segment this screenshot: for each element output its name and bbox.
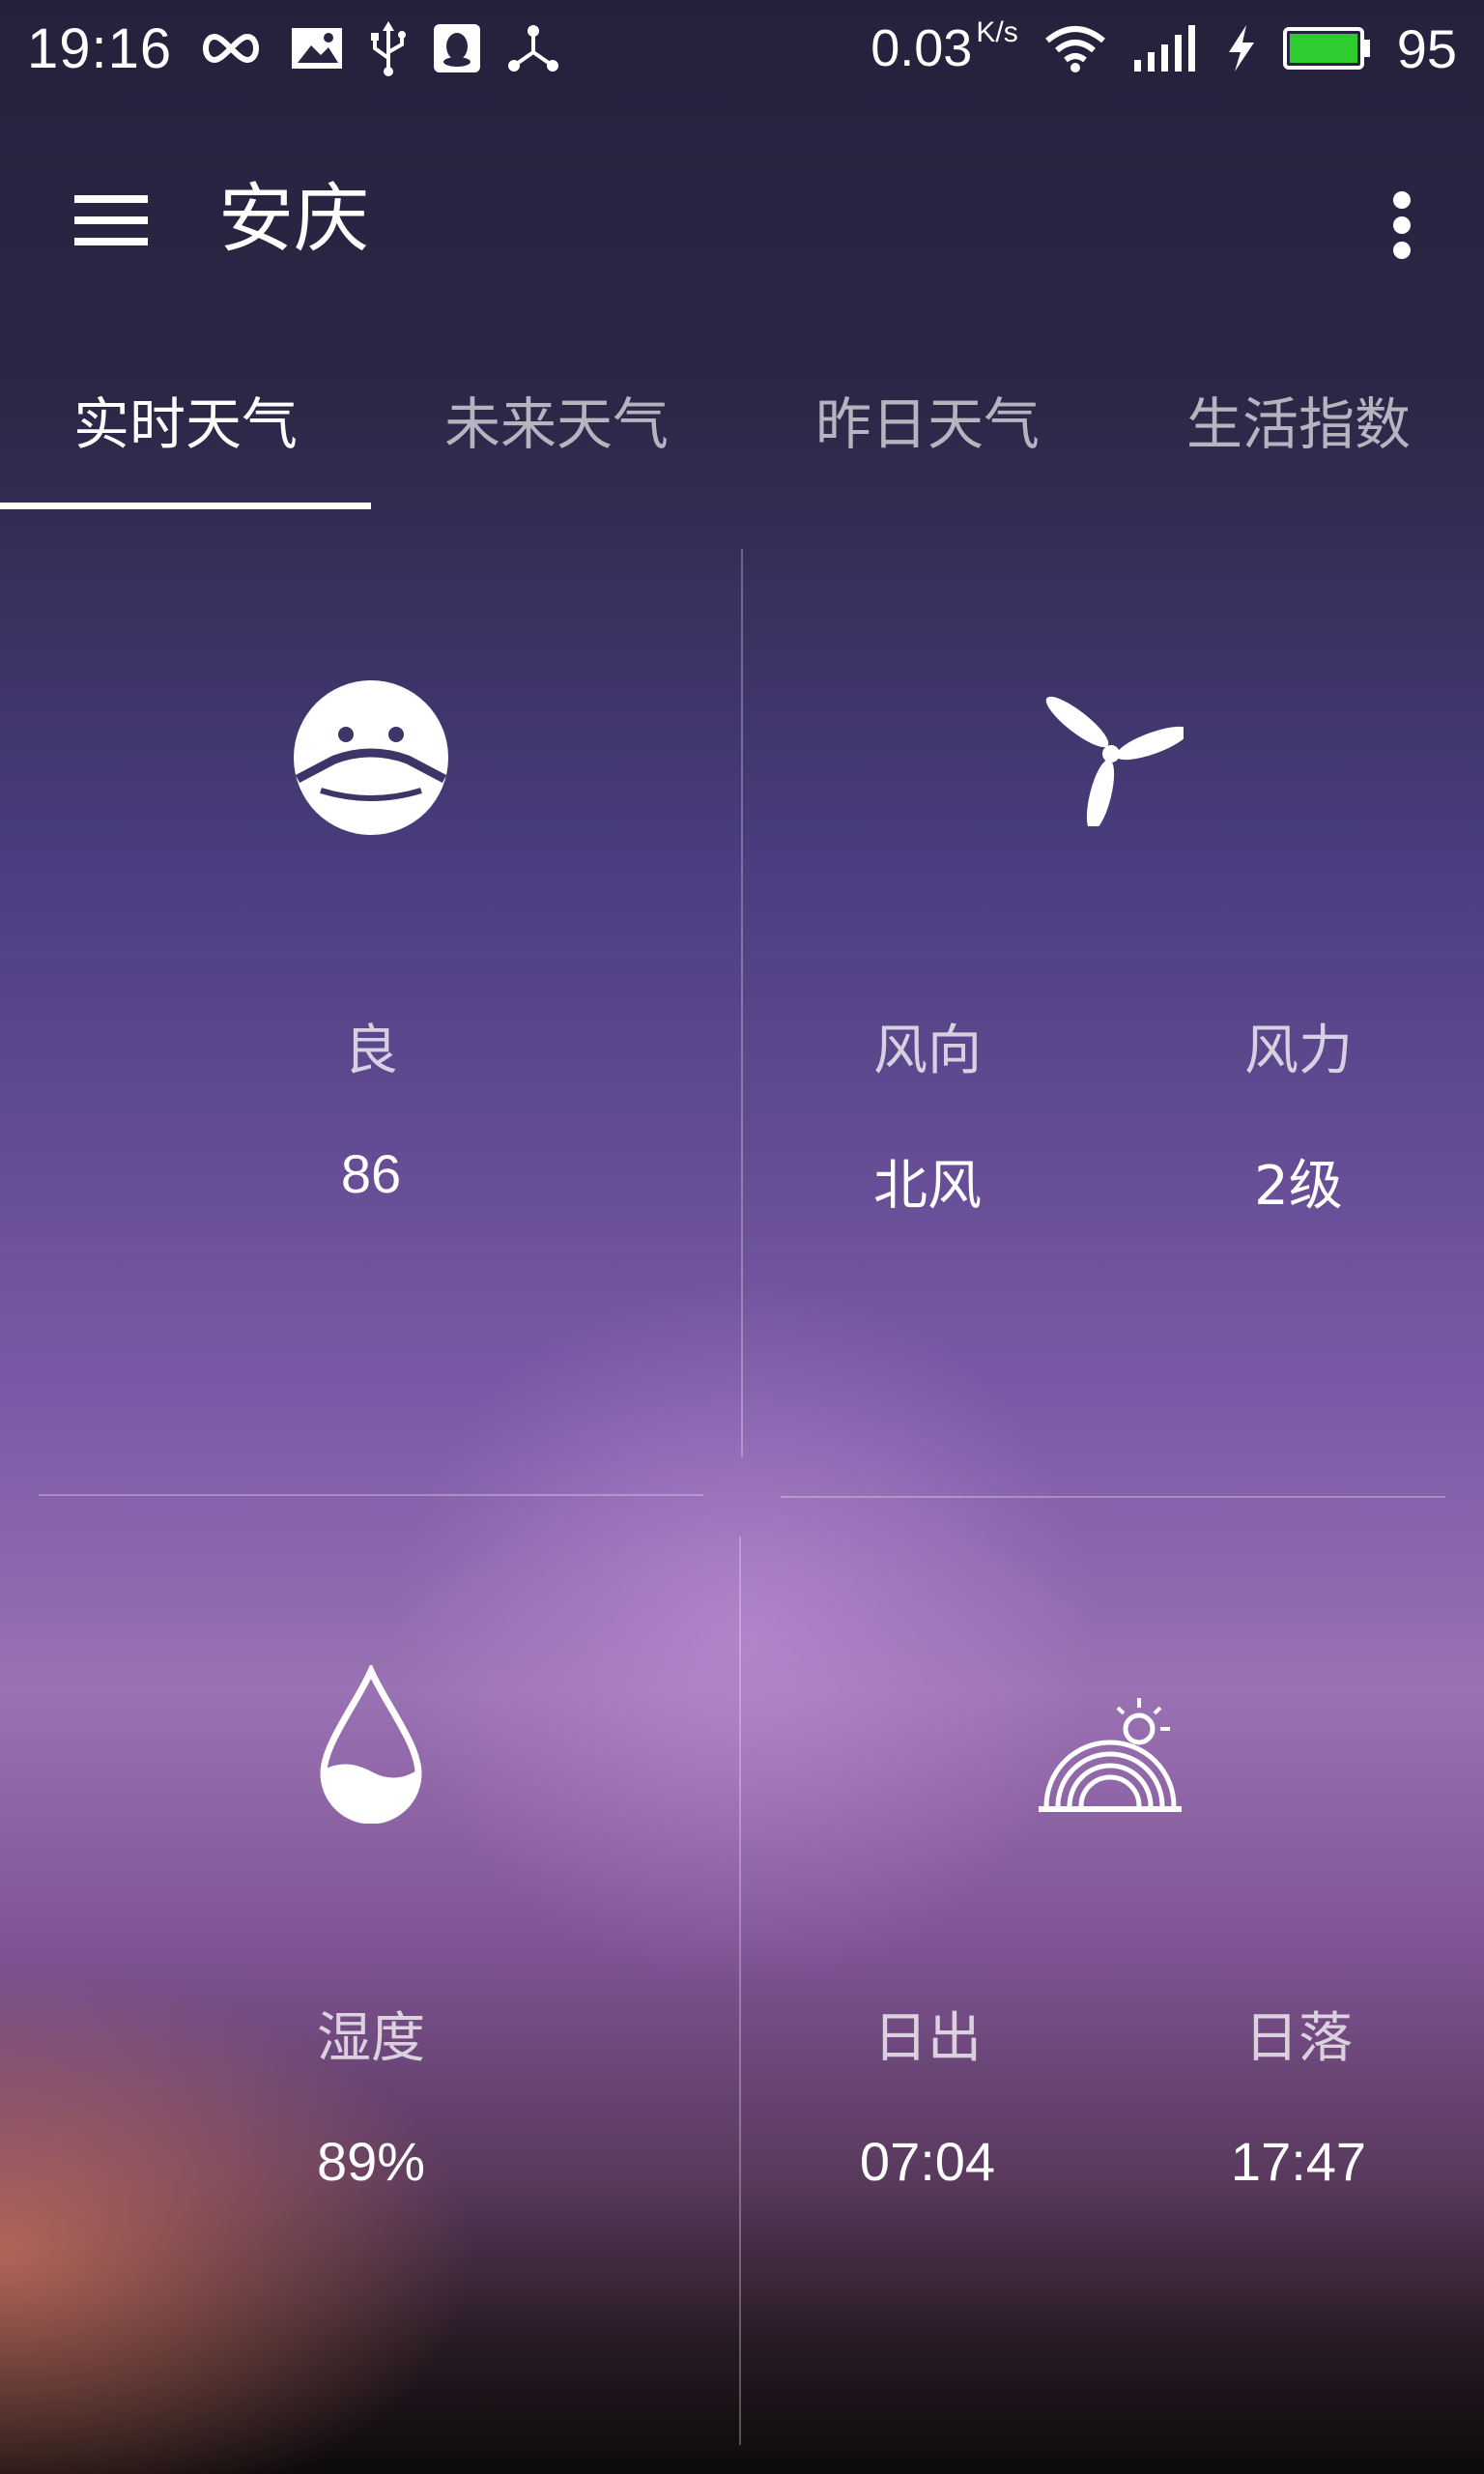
wind-force-label: 风力 [1244, 1020, 1353, 1082]
infinity-icon [197, 29, 265, 68]
divider-vertical-bottom [739, 1537, 741, 2445]
water-drop-icon [309, 1662, 433, 1827]
sunset-label: 日落 [1244, 2007, 1353, 2070]
status-time: 19:16 [27, 16, 173, 80]
divider-horizontal-left [39, 1494, 703, 1496]
wind-force-value: 2级 [1254, 1155, 1343, 1218]
tab-realtime-weather[interactable]: 实时天气 [0, 367, 371, 512]
signal-icon [1132, 23, 1200, 73]
city-title: 安庆 [218, 176, 370, 263]
air-quality-value: 86 [340, 1143, 402, 1204]
sunset-value: 17:47 [1230, 2131, 1367, 2192]
hamburger-menu-icon [74, 193, 148, 251]
charging-icon [1225, 23, 1258, 73]
network-speed-value: 0.03 [870, 19, 973, 77]
sunrise-icon [1034, 1691, 1188, 1817]
qq-icon [433, 23, 481, 73]
more-options-button[interactable] [1358, 174, 1445, 280]
wifi-icon [1043, 23, 1107, 73]
sunrise-label: 日出 [873, 2007, 982, 2070]
tab-bar: 实时天气 未来天气 昨日天气 生活指数 [0, 367, 1484, 512]
menu-button[interactable] [58, 174, 164, 271]
sunrise-value: 07:04 [859, 2131, 996, 2192]
tab-indicator [0, 503, 371, 509]
mask-face-icon [290, 676, 452, 839]
more-vert-icon [1390, 191, 1413, 263]
share-icon [506, 23, 560, 73]
battery-icon [1282, 26, 1372, 71]
network-speed: 0.03 K/s [870, 18, 1017, 78]
image-icon [290, 26, 344, 71]
app-bar: 安庆 [0, 145, 1484, 290]
usb-icon [369, 19, 408, 77]
wind-direction-label: 风向 [873, 1020, 982, 1082]
battery-level: 95 [1396, 17, 1457, 79]
humidity-label: 湿度 [317, 2007, 425, 2070]
tab-future-weather[interactable]: 未来天气 [371, 367, 742, 512]
status-bar: 19:16 0.03 K/s 95 [0, 0, 1484, 97]
humidity-value: 89% [316, 2131, 426, 2192]
air-quality-label: 良 [344, 1020, 398, 1082]
wind-direction-value: 北风 [873, 1155, 982, 1218]
divider-horizontal-right [781, 1496, 1445, 1498]
tab-life-index[interactable]: 生活指数 [1113, 367, 1484, 512]
fan-icon [1034, 676, 1188, 831]
divider-vertical-top [741, 549, 743, 1457]
network-speed-unit: K/s [976, 16, 1018, 48]
tab-yesterday-weather[interactable]: 昨日天气 [742, 367, 1113, 512]
